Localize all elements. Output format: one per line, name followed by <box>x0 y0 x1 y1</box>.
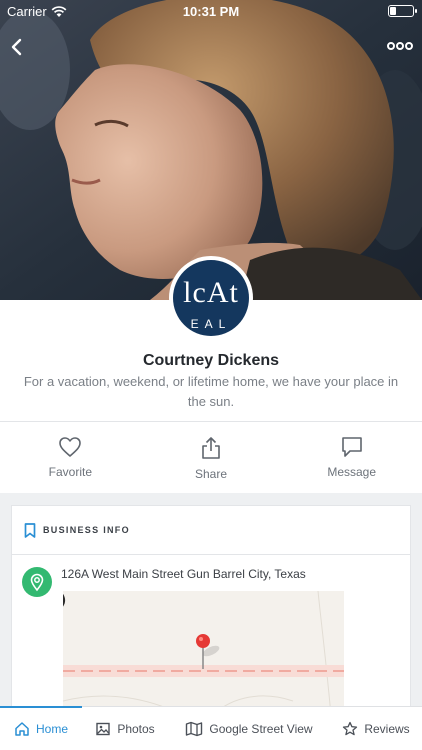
business-name: Courtney Dickens <box>142 352 280 369</box>
location-pin-icon <box>30 573 44 592</box>
heart-icon <box>59 437 82 457</box>
action-bar: Favorite Share Message <box>0 421 422 493</box>
business-info-header: BUSINESS INFO <box>12 506 410 555</box>
message-button[interactable]: Message <box>281 422 422 493</box>
back-icon[interactable] <box>6 36 28 58</box>
avatar[interactable]: lcAt EAL <box>169 256 253 340</box>
status-time: 10:31 PM <box>182 4 240 19</box>
logo-text-bottom: EAL <box>190 317 232 331</box>
bookmark-icon <box>24 523 36 538</box>
tab-reviews-label: Reviews <box>364 721 410 736</box>
business-tagline: For a vacation, weekend, or lifetime hom… <box>23 374 399 409</box>
star-icon <box>343 721 358 735</box>
share-icon <box>202 437 220 459</box>
tab-photos[interactable]: Photos <box>82 707 168 750</box>
photo-icon <box>96 722 111 735</box>
battery-icon <box>388 5 417 17</box>
business-address: 126A West Main Street Gun Barrel City, T… <box>61 567 306 581</box>
business-info-title: BUSINESS INFO <box>43 525 130 535</box>
location-map[interactable] <box>63 591 344 715</box>
map-image <box>63 591 344 715</box>
home-icon <box>15 721 29 736</box>
favorite-button[interactable]: Favorite <box>0 422 141 493</box>
status-bar: Carrier 10:31 PM <box>0 0 422 22</box>
tab-bar: Home Photos Google Street View Reviews <box>0 706 422 750</box>
map-icon <box>186 721 203 736</box>
favorite-label: Favorite <box>48 465 93 479</box>
location-badge <box>22 567 52 597</box>
tab-reviews[interactable]: Reviews <box>330 707 422 750</box>
tab-google-street-view[interactable]: Google Street View <box>168 707 330 750</box>
cover-photo-image <box>0 0 422 300</box>
share-label: Share <box>194 467 228 481</box>
tab-photos-label: Photos <box>117 721 155 736</box>
message-icon <box>341 437 362 457</box>
logo-text-top: lcAt <box>183 276 239 309</box>
business-logo: lcAt EAL <box>173 260 249 336</box>
business-info-card: BUSINESS INFO 126A West Main Street Gun … <box>11 505 411 715</box>
tab-google-street-view-label: Google Street View <box>209 721 313 736</box>
cover-photo: Carrier 10:31 PM <box>0 0 422 300</box>
share-button[interactable]: Share <box>141 422 282 493</box>
more-options-icon[interactable] <box>386 38 414 54</box>
tab-home[interactable]: Home <box>0 706 82 750</box>
message-label: Message <box>327 465 377 479</box>
tab-home-label: Home <box>35 721 68 736</box>
